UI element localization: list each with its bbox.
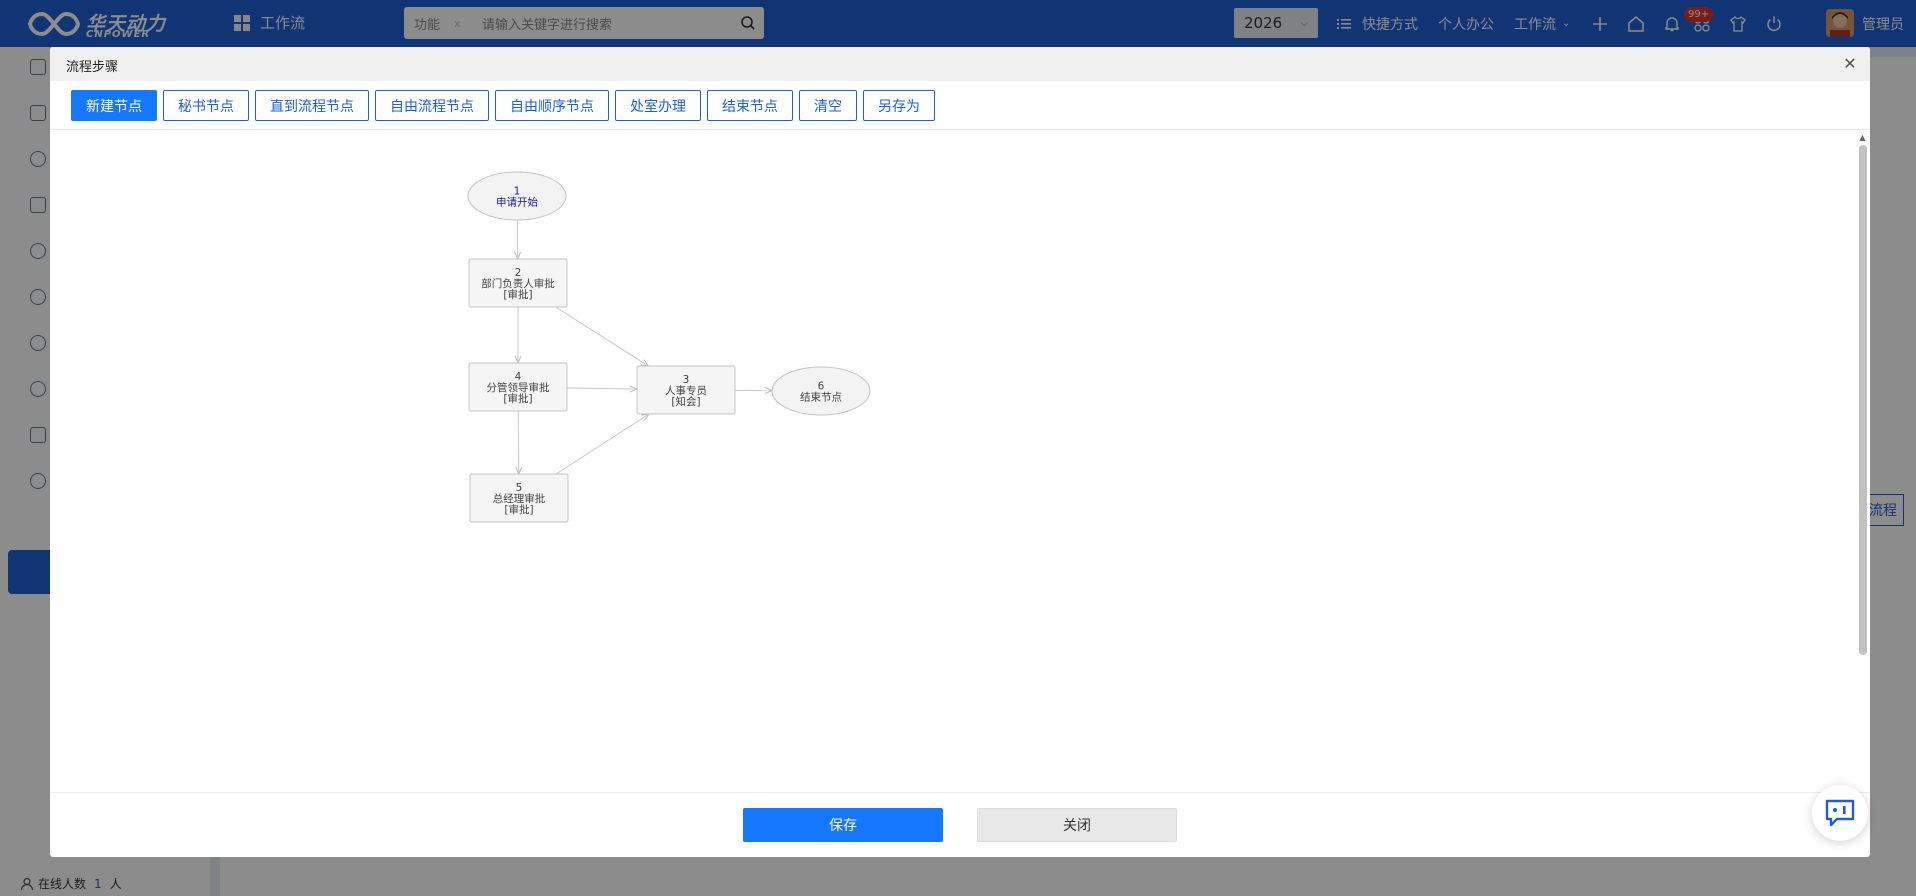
flow-steps-dialog: 流程步骤 ✕ 新建节点 秘书节点 直到流程节点 自由流程节点 自由顺序节点 处室办理 结束节… xyxy=(50,47,1870,857)
flow-edge-4-3[interactable] xyxy=(566,388,637,389)
flow-node-type: [知会] xyxy=(671,395,700,408)
flow-node-6[interactable]: 6结束节点 xyxy=(771,366,871,416)
chat-bot-icon xyxy=(1825,799,1855,827)
close-icon[interactable]: ✕ xyxy=(1840,53,1860,73)
flow-node-type: [审批] xyxy=(503,288,532,301)
flow-node-5[interactable]: 5总经理审批[审批] xyxy=(469,473,569,523)
toolbar-button-4[interactable]: 自由顺序节点 xyxy=(495,90,609,121)
toolbar-button-1[interactable]: 秘书节点 xyxy=(163,90,249,121)
flow-edge-2-3[interactable] xyxy=(555,306,649,366)
canvas-scrollbar[interactable]: ▲ xyxy=(1858,133,1867,705)
toolbar-button-8[interactable]: 另存为 xyxy=(863,90,935,121)
flow-node-type: [审批] xyxy=(503,392,532,405)
toolbar-button-5[interactable]: 处室办理 xyxy=(615,90,701,121)
flow-node-3[interactable]: 3人事专员[知会] xyxy=(636,365,736,415)
dialog-title: 流程步骤 xyxy=(66,60,119,75)
chat-assistant-button[interactable] xyxy=(1812,785,1868,841)
flow-canvas[interactable]: 1申请开始 2部门负责人审批[审批] 4分管领导审批[审批] 5总经理审批[审批] 3人… xyxy=(50,130,1856,790)
flow-node-name: 结束节点 xyxy=(800,391,842,404)
toolbar-button-3[interactable]: 自由流程节点 xyxy=(375,90,489,121)
toolbar-button-7[interactable]: 清空 xyxy=(799,90,857,121)
flow-node-name: 申请开始 xyxy=(496,196,538,209)
close-button[interactable]: 关闭 xyxy=(977,808,1177,842)
flow-node-1[interactable]: 1申请开始 xyxy=(467,171,567,221)
flow-node-type: [审批] xyxy=(504,503,533,516)
scrollbar-thumb[interactable] xyxy=(1859,145,1867,655)
dialog-toolbar: 新建节点 秘书节点 直到流程节点 自由流程节点 自由顺序节点 处室办理 结束节点 清空 另存为 xyxy=(71,90,935,121)
flow-edge-5-3[interactable] xyxy=(555,414,649,475)
toolbar-button-2[interactable]: 直到流程节点 xyxy=(255,90,369,121)
footer-divider xyxy=(50,792,1870,793)
toolbar-button-0[interactable]: 新建节点 xyxy=(71,90,157,121)
save-button[interactable]: 保存 xyxy=(743,808,943,842)
flow-node-4[interactable]: 4分管领导审批[审批] xyxy=(468,362,568,412)
toolbar-button-6[interactable]: 结束节点 xyxy=(707,90,793,121)
scroll-up-icon[interactable]: ▲ xyxy=(1858,133,1867,143)
dialog-header: 流程步骤 ✕ xyxy=(50,47,1870,81)
flow-edge-4-5[interactable] xyxy=(518,410,519,474)
flow-node-2[interactable]: 2部门负责人审批[审批] xyxy=(468,258,568,308)
